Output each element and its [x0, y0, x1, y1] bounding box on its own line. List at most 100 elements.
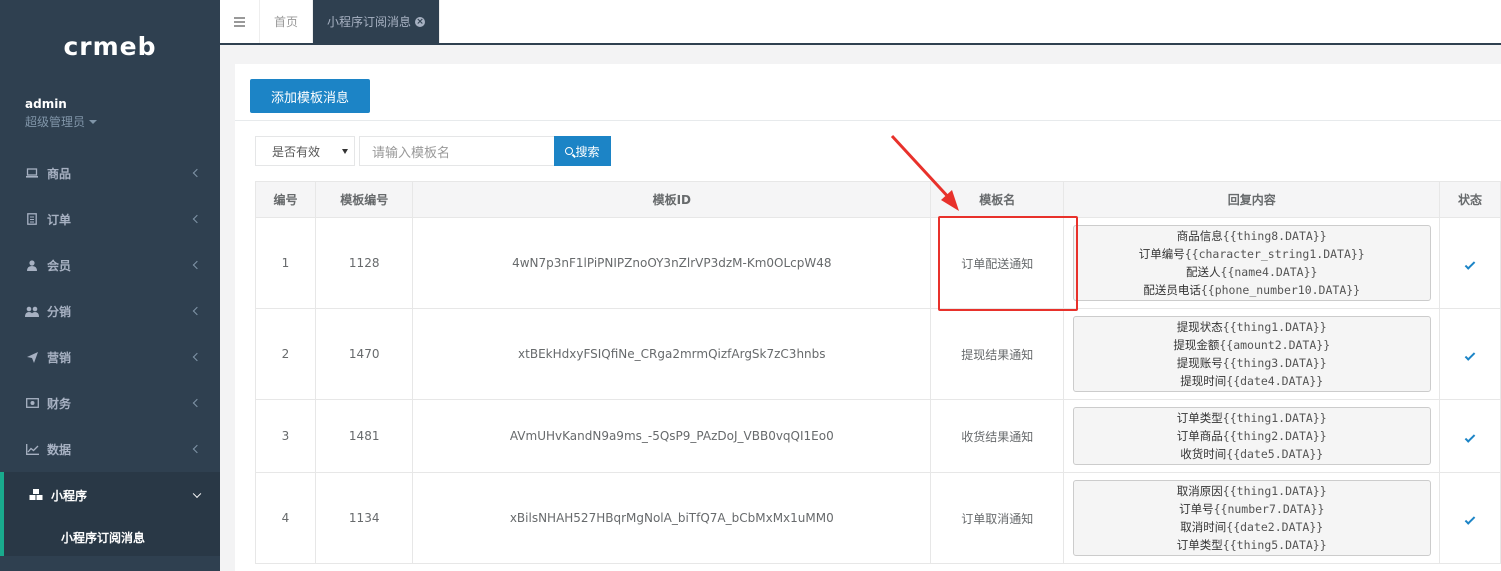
sidebar-item-label: 小程序	[51, 488, 88, 503]
sidebar-subitem-subscribe-messages[interactable]: 小程序订阅消息	[0, 518, 220, 556]
col-header-tempid: 模板ID	[412, 181, 932, 218]
reply-line: 配送人{{name4.DATA}}	[1074, 263, 1430, 281]
logo-text: crmeb	[63, 31, 157, 61]
sidebar-item-label: 数据	[47, 442, 72, 457]
reply-label: 商品信息	[1176, 229, 1223, 243]
reply-placeholder: {{thing8.DATA}}	[1222, 229, 1327, 243]
sidebar-item-label: 分销	[47, 304, 72, 319]
sidebar-item-data[interactable]: 数据	[0, 426, 220, 472]
cell-status[interactable]	[1439, 217, 1501, 309]
template-table: 编号 模板编号 模板ID 模板名 回复内容 状态 1 1128 4wN7p3nF…	[255, 181, 1501, 564]
chevron-left-icon	[192, 398, 202, 408]
reply-label: 提现金额	[1173, 338, 1220, 352]
reply-line: 提现状态{{thing1.DATA}}	[1074, 318, 1430, 336]
highlight-box	[938, 216, 1078, 311]
reply-placeholder: {{number7.DATA}}	[1213, 502, 1325, 516]
reply-line: 订单商品{{thing2.DATA}}	[1074, 427, 1430, 445]
reply-content: 取消原因{{thing1.DATA}} 订单号{{number7.DATA}} …	[1072, 480, 1431, 556]
template-name-input[interactable]: 请输入模板名	[359, 136, 554, 166]
reply-line: 提现账号{{thing3.DATA}}	[1074, 354, 1430, 372]
reply-label: 订单号	[1179, 502, 1214, 516]
table-row: 3 1481 AVmUHvKandN9a9ms_-5QsP9_PAzDoJ_VB…	[255, 399, 1501, 473]
reply-placeholder: {{thing3.DATA}}	[1222, 356, 1327, 370]
reply-label: 取消原因	[1176, 484, 1223, 498]
cell-tempkey: 1481	[314, 399, 414, 473]
sidebar-item-products[interactable]: 商品	[0, 150, 220, 196]
reply-line: 取消时间{{date2.DATA}}	[1074, 518, 1430, 536]
chevron-left-icon	[192, 444, 202, 454]
search-icon	[565, 147, 574, 155]
role-label: 超级管理员	[25, 115, 86, 129]
close-tab-icon[interactable]: ×	[415, 16, 426, 27]
table-row: 4 1134 xBilsNHAH527HBqrMgNolA_biTfQ7A_bC…	[255, 472, 1501, 564]
cell-content: 提现状态{{thing1.DATA}} 提现金额{{amount2.DATA}}…	[1063, 308, 1441, 400]
check-icon	[1464, 514, 1476, 525]
user-icon	[25, 259, 39, 271]
send-icon	[25, 351, 39, 363]
add-template-button[interactable]: 添加模板消息	[250, 79, 370, 113]
cell-tempid: xtBEkHdxyFSIQfiNe_CRga2mrmQizfArgSk7zC3h…	[412, 308, 932, 400]
cell-tempkey: 1128	[314, 217, 414, 309]
reply-line: 订单类型{{thing5.DATA}}	[1074, 536, 1430, 554]
main-content: 添加模板消息 是否有效 请输入模板名 搜索 编号 模板编号 模板ID 模板名 回…	[235, 64, 1501, 571]
cell-tempid: xBilsNHAH527HBqrMgNolA_biTfQ7A_bCbMxMx1u…	[412, 472, 932, 564]
chevron-left-icon	[192, 260, 202, 270]
sidebar-item-members[interactable]: 会员	[0, 242, 220, 288]
sidebar: crmeb admin 超级管理员 商品 订单 会员 分销 营销 财务 数据 小…	[0, 0, 220, 571]
reply-line: 收货时间{{date5.DATA}}	[1074, 445, 1430, 463]
check-icon	[1464, 350, 1476, 361]
cell-content: 商品信息{{thing8.DATA}} 订单编号{{character_stri…	[1063, 217, 1441, 309]
reply-placeholder: {{date5.DATA}}	[1226, 447, 1324, 461]
tab-home[interactable]: 首页	[260, 0, 314, 43]
role-dropdown[interactable]: 超级管理员	[25, 113, 195, 131]
cell-status[interactable]	[1439, 399, 1501, 473]
reply-placeholder: {{thing1.DATA}}	[1222, 320, 1327, 334]
reply-placeholder: {{date4.DATA}}	[1226, 374, 1324, 388]
reply-line: 订单号{{number7.DATA}}	[1074, 500, 1430, 518]
sidebar-item-distribution[interactable]: 分销	[0, 288, 220, 334]
caret-down-icon	[89, 120, 98, 124]
sidebar-item-label: 营销	[47, 350, 72, 365]
table-row: 1 1128 4wN7p3nF1lPiPNIPZnoOY3nZlrVP3dzM-…	[255, 217, 1501, 309]
reply-label: 配送员电话	[1143, 283, 1201, 297]
cell-content: 取消原因{{thing1.DATA}} 订单号{{number7.DATA}} …	[1063, 472, 1441, 564]
cell-tempkey: 1470	[314, 308, 414, 400]
cell-status[interactable]	[1439, 472, 1501, 564]
reply-label: 提现账号	[1176, 356, 1223, 370]
sidebar-item-miniprogram[interactable]: 小程序	[0, 472, 220, 518]
tab-label: 首页	[274, 15, 299, 29]
content-header: 添加模板消息	[235, 64, 1501, 121]
reply-label: 订单类型	[1176, 538, 1223, 552]
cell-status[interactable]	[1439, 308, 1501, 400]
reply-line: 订单编号{{character_string1.DATA}}	[1074, 245, 1430, 263]
search-button-label: 搜索	[575, 144, 600, 159]
reply-line: 商品信息{{thing8.DATA}}	[1074, 227, 1430, 245]
cell-tempid: 4wN7p3nF1lPiPNIPZnoOY3nZlrVP3dzM-Km0OLcp…	[412, 217, 932, 309]
cell-id: 4	[255, 472, 316, 564]
sidebar-item-marketing[interactable]: 营销	[0, 334, 220, 380]
hamburger-icon	[234, 20, 245, 23]
status-select[interactable]: 是否有效	[255, 136, 355, 166]
cell-name: 提现结果通知	[930, 308, 1065, 400]
col-header-name: 模板名	[930, 181, 1065, 218]
filter-toolbar: 是否有效 请输入模板名 搜索	[255, 136, 611, 166]
chevron-left-icon	[192, 352, 202, 362]
line-chart-icon	[25, 443, 39, 455]
sidebar-item-finance[interactable]: 财务	[0, 380, 220, 426]
sidebar-item-label: 财务	[47, 396, 72, 411]
search-button[interactable]: 搜索	[554, 136, 611, 166]
laptop-icon	[25, 168, 39, 179]
tab-subscribe-messages[interactable]: 小程序订阅消息 ×	[313, 0, 441, 43]
sidebar-item-orders[interactable]: 订单	[0, 196, 220, 242]
reply-placeholder: {{thing5.DATA}}	[1222, 538, 1327, 552]
cell-tempkey: 1134	[314, 472, 414, 564]
cell-id: 2	[255, 308, 316, 400]
reply-line: 配送员电话{{phone_number10.DATA}}	[1074, 281, 1430, 299]
check-icon	[1464, 259, 1476, 270]
status-select-value: 是否有效	[272, 144, 321, 159]
reply-label: 订单类型	[1176, 411, 1223, 425]
menu-toggle-button[interactable]	[220, 0, 260, 43]
reply-label: 收货时间	[1180, 447, 1227, 461]
logo[interactable]: crmeb	[0, 0, 220, 92]
reply-placeholder: {{thing1.DATA}}	[1222, 484, 1327, 498]
